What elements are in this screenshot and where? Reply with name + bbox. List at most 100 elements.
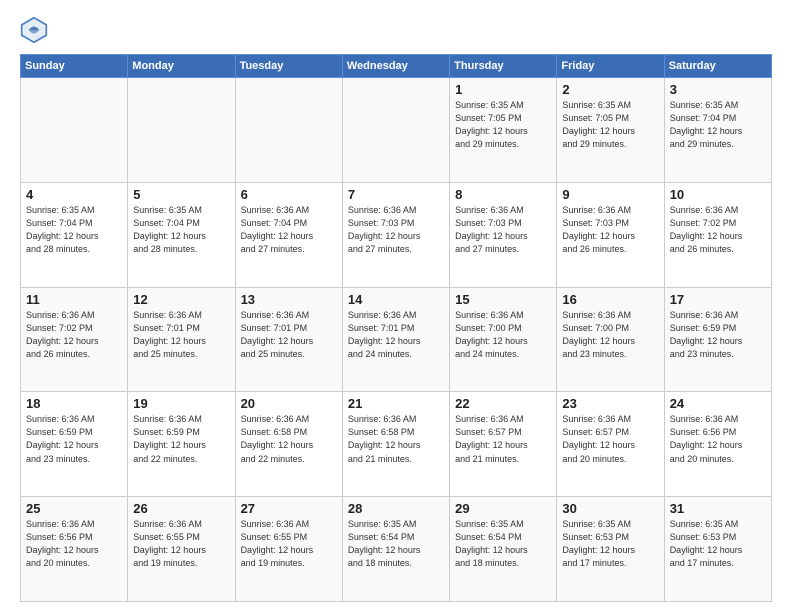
calendar-cell: 24 Sunrise: 6:36 AM Sunset: 6:56 PM Dayli… <box>664 392 771 497</box>
calendar-cell: 17 Sunrise: 6:36 AM Sunset: 6:59 PM Dayli… <box>664 287 771 392</box>
day-info: Sunrise: 6:36 AM Sunset: 6:56 PM Dayligh… <box>670 413 766 465</box>
calendar-cell: 26Sunrise: 6:36 AM Sunset: 6:55 PM Dayli… <box>128 497 235 602</box>
day-info: Sunrise: 6:36 AM Sunset: 7:01 PM Dayligh… <box>133 309 229 361</box>
day-number: 12 <box>133 292 229 307</box>
calendar-cell: 3 Sunrise: 6:35 AM Sunset: 7:04 PM Daylig… <box>664 78 771 183</box>
day-number: 15 <box>455 292 551 307</box>
calendar-cell: 19 Sunrise: 6:36 AM Sunset: 6:59 PM Dayli… <box>128 392 235 497</box>
calendar-cell <box>342 78 449 183</box>
page: SundayMondayTuesdayWednesdayThursdayFrid… <box>0 0 792 612</box>
calendar-cell <box>235 78 342 183</box>
calendar-cell: 31 Sunrise: 6:35 AM Sunset: 6:53 PM Dayli… <box>664 497 771 602</box>
logo <box>20 16 52 44</box>
day-number: 13 <box>241 292 337 307</box>
day-number: 23 <box>562 396 658 411</box>
day-number: 25 <box>26 501 122 516</box>
day-info: Sunrise: 6:36 AM Sunset: 7:00 PM Dayligh… <box>455 309 551 361</box>
day-number: 2 <box>562 82 658 97</box>
day-number: 27 <box>241 501 337 516</box>
calendar-cell: 18 Sunrise: 6:36 AM Sunset: 6:59 PM Dayli… <box>21 392 128 497</box>
day-info: Sunrise: 6:36 AM Sunset: 7:01 PM Dayligh… <box>241 309 337 361</box>
day-info: Sunrise: 6:36 AM Sunset: 7:02 PM Dayligh… <box>670 204 766 256</box>
calendar-cell: 11 Sunrise: 6:36 AM Sunset: 7:02 PM Dayli… <box>21 287 128 392</box>
calendar-cell: 1 Sunrise: 6:35 AM Sunset: 7:05 PM Daylig… <box>450 78 557 183</box>
calendar-cell: 6 Sunrise: 6:36 AM Sunset: 7:04 PM Daylig… <box>235 182 342 287</box>
calendar-cell: 10 Sunrise: 6:36 AM Sunset: 7:02 PM Dayli… <box>664 182 771 287</box>
day-info: Sunrise: 6:36 AM Sunset: 6:59 PM Dayligh… <box>670 309 766 361</box>
calendar-cell: 7 Sunrise: 6:36 AM Sunset: 7:03 PM Daylig… <box>342 182 449 287</box>
calendar-body: 1 Sunrise: 6:35 AM Sunset: 7:05 PM Daylig… <box>21 78 772 602</box>
calendar-cell <box>128 78 235 183</box>
day-number: 6 <box>241 187 337 202</box>
weekday-header-saturday: Saturday <box>664 55 771 78</box>
weekday-header-wednesday: Wednesday <box>342 55 449 78</box>
calendar-header: SundayMondayTuesdayWednesdayThursdayFrid… <box>21 55 772 78</box>
week-row-2: 4Sunrise: 6:35 AM Sunset: 7:04 PM Daylig… <box>21 182 772 287</box>
day-info: Sunrise: 6:35 AM Sunset: 7:04 PM Dayligh… <box>133 204 229 256</box>
day-info: Sunrise: 6:36 AM Sunset: 7:03 PM Dayligh… <box>455 204 551 256</box>
day-number: 11 <box>26 292 122 307</box>
calendar-cell: 20 Sunrise: 6:36 AM Sunset: 6:58 PM Dayli… <box>235 392 342 497</box>
weekday-header-sunday: Sunday <box>21 55 128 78</box>
weekday-header-thursday: Thursday <box>450 55 557 78</box>
day-number: 29 <box>455 501 551 516</box>
day-info: Sunrise: 6:36 AM Sunset: 6:58 PM Dayligh… <box>241 413 337 465</box>
day-info: Sunrise: 6:35 AM Sunset: 6:54 PM Dayligh… <box>348 518 444 570</box>
calendar-cell: 15 Sunrise: 6:36 AM Sunset: 7:00 PM Dayli… <box>450 287 557 392</box>
day-info: Sunrise: 6:36 AM Sunset: 6:58 PM Dayligh… <box>348 413 444 465</box>
calendar-cell: 4Sunrise: 6:35 AM Sunset: 7:04 PM Daylig… <box>21 182 128 287</box>
day-info: Sunrise: 6:36 AM Sunset: 7:03 PM Dayligh… <box>562 204 658 256</box>
day-number: 21 <box>348 396 444 411</box>
day-info: Sunrise: 6:35 AM Sunset: 7:05 PM Dayligh… <box>455 99 551 151</box>
calendar-cell: 29 Sunrise: 6:35 AM Sunset: 6:54 PM Dayli… <box>450 497 557 602</box>
week-row-4: 18 Sunrise: 6:36 AM Sunset: 6:59 PM Dayli… <box>21 392 772 497</box>
calendar-cell: 22Sunrise: 6:36 AM Sunset: 6:57 PM Dayli… <box>450 392 557 497</box>
day-number: 30 <box>562 501 658 516</box>
week-row-3: 11 Sunrise: 6:36 AM Sunset: 7:02 PM Dayli… <box>21 287 772 392</box>
day-info: Sunrise: 6:36 AM Sunset: 6:57 PM Dayligh… <box>455 413 551 465</box>
week-row-1: 1 Sunrise: 6:35 AM Sunset: 7:05 PM Daylig… <box>21 78 772 183</box>
day-number: 26 <box>133 501 229 516</box>
calendar-cell: 30 Sunrise: 6:35 AM Sunset: 6:53 PM Dayli… <box>557 497 664 602</box>
day-number: 20 <box>241 396 337 411</box>
calendar-cell: 13 Sunrise: 6:36 AM Sunset: 7:01 PM Dayli… <box>235 287 342 392</box>
day-number: 8 <box>455 187 551 202</box>
calendar-cell: 21 Sunrise: 6:36 AM Sunset: 6:58 PM Dayli… <box>342 392 449 497</box>
day-info: Sunrise: 6:36 AM Sunset: 7:04 PM Dayligh… <box>241 204 337 256</box>
day-number: 9 <box>562 187 658 202</box>
calendar-cell: 25Sunrise: 6:36 AM Sunset: 6:56 PM Dayli… <box>21 497 128 602</box>
day-info: Sunrise: 6:36 AM Sunset: 7:03 PM Dayligh… <box>348 204 444 256</box>
day-info: Sunrise: 6:35 AM Sunset: 6:53 PM Dayligh… <box>562 518 658 570</box>
day-info: Sunrise: 6:36 AM Sunset: 7:02 PM Dayligh… <box>26 309 122 361</box>
calendar-cell: 16 Sunrise: 6:36 AM Sunset: 7:00 PM Dayli… <box>557 287 664 392</box>
day-number: 17 <box>670 292 766 307</box>
calendar-table: SundayMondayTuesdayWednesdayThursdayFrid… <box>20 54 772 602</box>
day-number: 1 <box>455 82 551 97</box>
day-info: Sunrise: 6:36 AM Sunset: 7:01 PM Dayligh… <box>348 309 444 361</box>
day-info: Sunrise: 6:35 AM Sunset: 6:54 PM Dayligh… <box>455 518 551 570</box>
calendar-cell: 9 Sunrise: 6:36 AM Sunset: 7:03 PM Daylig… <box>557 182 664 287</box>
weekday-header-tuesday: Tuesday <box>235 55 342 78</box>
day-number: 5 <box>133 187 229 202</box>
day-number: 7 <box>348 187 444 202</box>
day-info: Sunrise: 6:35 AM Sunset: 7:04 PM Dayligh… <box>670 99 766 151</box>
calendar-cell: 5 Sunrise: 6:35 AM Sunset: 7:04 PM Daylig… <box>128 182 235 287</box>
day-number: 19 <box>133 396 229 411</box>
day-info: Sunrise: 6:36 AM Sunset: 6:59 PM Dayligh… <box>26 413 122 465</box>
day-number: 14 <box>348 292 444 307</box>
day-info: Sunrise: 6:35 AM Sunset: 6:53 PM Dayligh… <box>670 518 766 570</box>
day-number: 31 <box>670 501 766 516</box>
day-number: 3 <box>670 82 766 97</box>
calendar-cell: 2 Sunrise: 6:35 AM Sunset: 7:05 PM Daylig… <box>557 78 664 183</box>
day-number: 16 <box>562 292 658 307</box>
calendar-cell: 14 Sunrise: 6:36 AM Sunset: 7:01 PM Dayli… <box>342 287 449 392</box>
day-info: Sunrise: 6:36 AM Sunset: 6:59 PM Dayligh… <box>133 413 229 465</box>
header <box>20 16 772 44</box>
day-number: 18 <box>26 396 122 411</box>
logo-icon <box>20 16 48 44</box>
day-info: Sunrise: 6:35 AM Sunset: 7:05 PM Dayligh… <box>562 99 658 151</box>
weekday-header-friday: Friday <box>557 55 664 78</box>
day-number: 10 <box>670 187 766 202</box>
day-number: 24 <box>670 396 766 411</box>
day-info: Sunrise: 6:36 AM Sunset: 7:00 PM Dayligh… <box>562 309 658 361</box>
